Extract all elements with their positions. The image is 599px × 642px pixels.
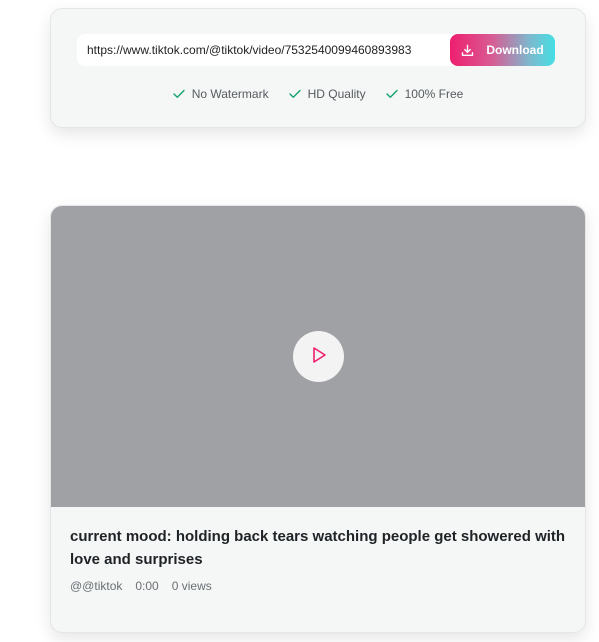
play-icon (311, 346, 327, 367)
feature-list: No Watermark HD Quality 100% Free (51, 87, 585, 101)
download-button-label: Download (486, 43, 544, 57)
url-input[interactable] (77, 34, 449, 66)
feature-free: 100% Free (385, 87, 464, 101)
video-player[interactable] (51, 206, 585, 507)
video-views: 0 views (171, 579, 212, 593)
video-result-card: current mood: holding back tears watchin… (50, 205, 586, 633)
url-input-row: Download (77, 34, 555, 66)
check-icon (288, 89, 301, 99)
downloader-card: Download No Watermark HD Quality 100% Fr… (50, 8, 586, 128)
feature-label: 100% Free (404, 87, 464, 101)
download-icon (461, 44, 474, 57)
download-button[interactable]: Download (450, 34, 555, 66)
play-button[interactable] (293, 331, 344, 382)
check-icon (385, 89, 398, 99)
video-title: current mood: holding back tears watchin… (70, 528, 566, 568)
video-author: @@tiktok (70, 579, 123, 593)
feature-hd-quality: HD Quality (288, 87, 366, 101)
feature-no-watermark: No Watermark (172, 87, 269, 101)
check-icon (172, 89, 185, 99)
feature-label: HD Quality (307, 87, 366, 101)
feature-label: No Watermark (191, 87, 269, 101)
video-meta: @@tiktok 0:00 0 views (70, 579, 212, 593)
video-duration: 0:00 (135, 579, 159, 593)
